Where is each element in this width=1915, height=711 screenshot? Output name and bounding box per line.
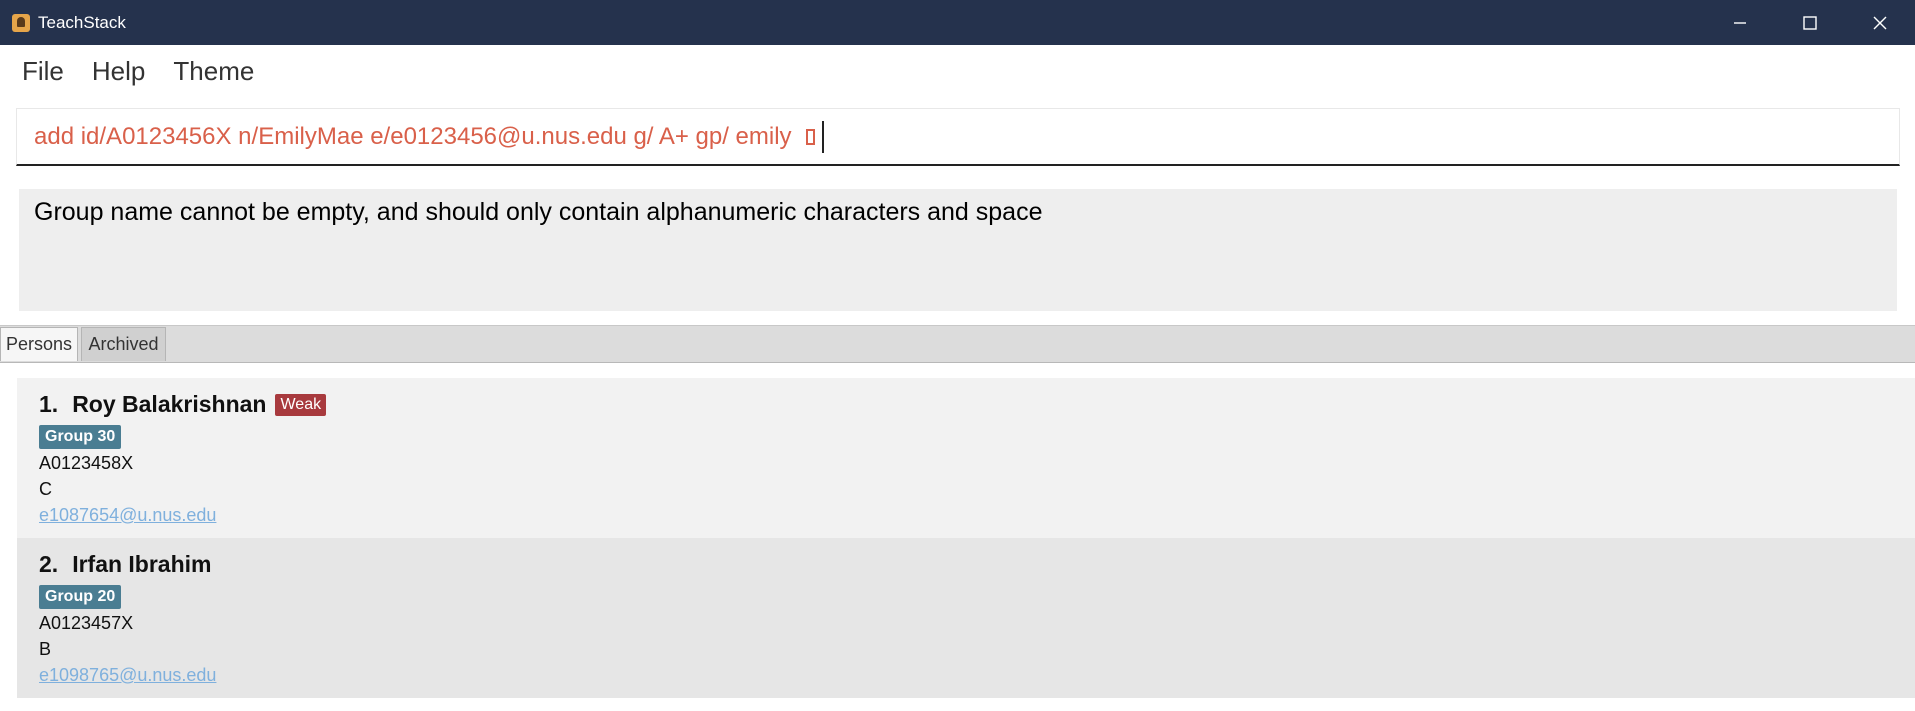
person-name: Irfan Ibrahim [72,551,212,577]
menu-theme[interactable]: Theme [173,56,254,87]
grade: B [39,639,52,659]
window-controls [1705,0,1915,45]
email-link[interactable]: e1087654@u.nus.edu [39,505,216,526]
close-button[interactable] [1845,0,1915,45]
student-id: A0123458X [39,453,134,473]
email-link[interactable]: e1098765@u.nus.edu [39,665,216,686]
result-display: Group name cannot be empty, and should o… [19,189,1897,311]
close-icon [1873,16,1887,29]
minimize-button[interactable] [1705,0,1775,45]
group-tag: Group 30 [39,425,122,449]
result-message: Group name cannot be empty, and should o… [34,198,1043,226]
person-name-row: 1. Roy Balakrishnan Weak [39,391,327,418]
minimize-icon [1734,21,1746,24]
person-card[interactable]: 1. Roy Balakrishnan Weak Group 30 A0123458… [17,378,1915,538]
tab-archived[interactable]: Archived [81,327,166,361]
title-bar: TeachStack [0,0,1915,45]
person-index: 1. [39,391,59,417]
tab-bar: Persons Archived [0,325,1915,363]
student-id: A0123457X [39,613,134,633]
person-card[interactable]: 2. Irfan Ibrahim Group 20 A0123457X B e10… [17,538,1915,698]
tab-persons[interactable]: Persons [0,327,78,361]
maximize-button[interactable] [1775,0,1845,45]
app-icon [12,13,30,32]
menu-help[interactable]: Help [92,56,145,87]
weak-tag: Weak [275,394,327,416]
command-input-text: add id/A0123456X n/EmilyMae e/e0123456@u… [34,122,792,150]
person-name-row: 2. Irfan Ibrahim [39,551,212,578]
menu-bar: File Help Theme [0,45,1915,97]
menu-file[interactable]: File [22,56,64,87]
person-list: 1. Roy Balakrishnan Weak Group 30 A0123458… [17,378,1915,698]
maximize-icon [1803,15,1817,30]
group-tag: Group 20 [39,585,122,609]
invalid-character-icon [805,128,815,145]
grade: C [39,479,52,499]
person-name: Roy Balakrishnan [72,391,267,417]
text-caret [821,120,824,153]
command-input[interactable]: add id/A0123456X n/EmilyMae e/e0123456@u… [16,108,1900,166]
person-index: 2. [39,551,59,577]
window-title: TeachStack [38,12,126,32]
